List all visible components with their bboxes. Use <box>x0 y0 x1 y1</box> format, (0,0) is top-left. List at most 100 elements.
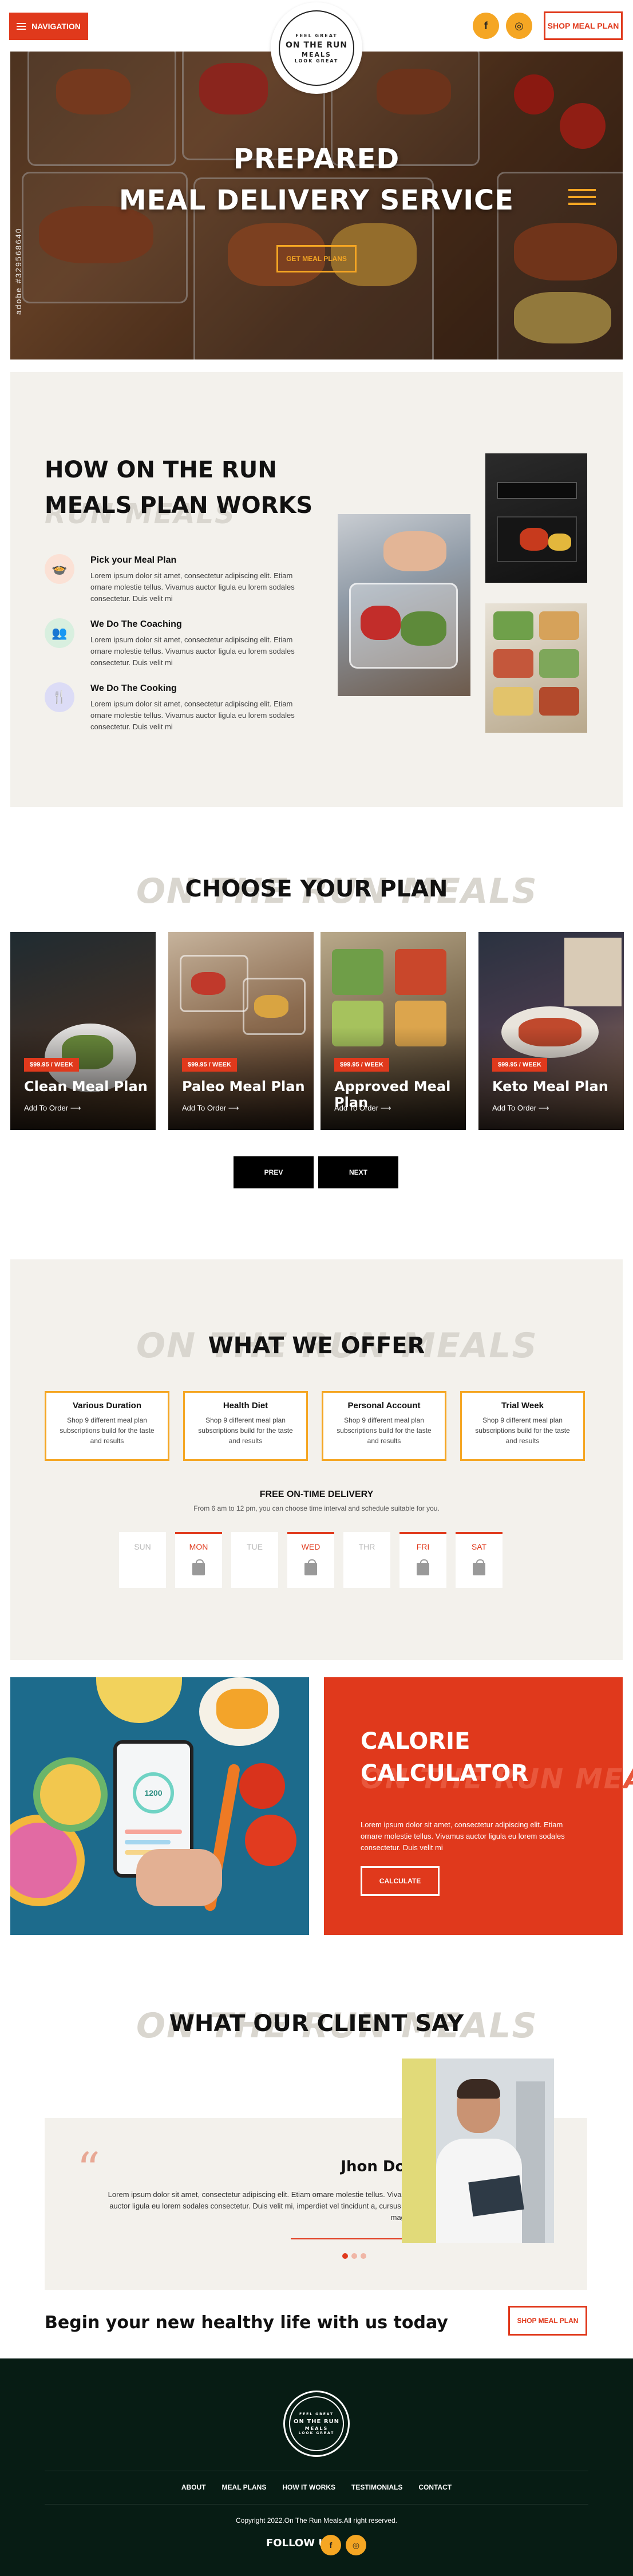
offer-card-title: Health Diet <box>223 1401 268 1411</box>
day-sat[interactable]: SAT <box>456 1532 503 1588</box>
day-wed[interactable]: WED <box>287 1532 334 1588</box>
how-title: HOW ON THE RUN MEALS PLAN WORKS <box>45 457 313 519</box>
offer-card: Various Duration Shop 9 different meal p… <box>45 1391 169 1461</box>
slider-indicator[interactable] <box>568 189 596 210</box>
footer-logo[interactable]: FEEL GREAT ON THE RUN MEALS LOOK GREAT <box>283 2391 350 2457</box>
container-photo <box>485 453 587 583</box>
site-footer: FEEL GREAT ON THE RUN MEALS LOOK GREAT A… <box>0 2358 633 2576</box>
bag-icon <box>473 1559 485 1575</box>
dot[interactable] <box>361 2253 366 2259</box>
plan-card[interactable]: $99.95 / WEEK Keto Meal Plan Add To Orde… <box>478 932 624 1130</box>
bag-icon <box>304 1559 317 1575</box>
offer-card-text: Shop 9 different meal plan subscriptions… <box>60 1416 155 1445</box>
offer-section: ON THE RUN MEALS WHAT WE OFFER Various D… <box>10 1259 623 1660</box>
plan-name: Paleo Meal Plan <box>182 1078 305 1095</box>
prev-button[interactable]: PREV <box>234 1156 314 1188</box>
instagram-icon[interactable]: ◎ <box>506 13 532 39</box>
day-fri[interactable]: FRI <box>399 1532 446 1588</box>
hero-banner: PREPARED MEAL DELIVERY SERVICE GET MEAL … <box>10 52 623 359</box>
instagram-icon[interactable]: ◎ <box>346 2535 366 2555</box>
facebook-icon[interactable]: f <box>321 2535 341 2555</box>
offer-card-title: Various Duration <box>72 1401 142 1411</box>
plan-card[interactable]: $99.95 / WEEK Clean Meal Plan Add To Ord… <box>10 932 156 1130</box>
plan-name: Keto Meal Plan <box>492 1078 608 1095</box>
footer-link-meal-plans[interactable]: MEAL PLANS <box>222 2483 267 2491</box>
footer-link-how-it-works[interactable]: HOW IT WORKS <box>282 2483 335 2491</box>
step-title: We Do The Coaching <box>90 619 182 629</box>
offer-card-title: Personal Account <box>347 1401 421 1411</box>
offer-card-title: Trial Week <box>501 1401 544 1411</box>
client-text: Lorem ipsum dolor sit amet, consectetur … <box>108 2190 416 2222</box>
hero-title-line1: PREPARED <box>233 143 400 175</box>
shop-meal-plan-button[interactable]: SHOP MEAL PLAN <box>544 11 623 40</box>
testimonial-title: WHAT OUR CLIENT SAY <box>169 2010 464 2037</box>
coaching-icon: 👥 <box>45 618 74 648</box>
calculate-button[interactable]: CALCULATE <box>361 1866 440 1896</box>
dot[interactable] <box>342 2253 348 2259</box>
add-to-order-link[interactable]: Add To Order ⟶ <box>492 1104 549 1113</box>
plan-card[interactable]: $99.95 / WEEK Paleo Meal Plan Add To Ord… <box>168 932 314 1130</box>
footer-link-about[interactable]: ABOUT <box>181 2483 206 2491</box>
calorie-readout: 1200 <box>133 1772 174 1814</box>
step-title: We Do The Cooking <box>90 683 177 693</box>
meal-prep-photo <box>338 514 470 696</box>
arrow-right-icon: ⟶ <box>380 1104 391 1112</box>
arrow-right-icon: ⟶ <box>70 1104 81 1112</box>
day-tue[interactable]: TUE <box>231 1532 278 1588</box>
cta-shop-button[interactable]: SHOP MEAL PLAN <box>508 2306 587 2336</box>
how-it-works-section: RUN MEALS HOW ON THE RUN MEALS PLAN WORK… <box>10 372 623 807</box>
dot[interactable] <box>351 2253 357 2259</box>
footer-link-contact[interactable]: CONTACT <box>418 2483 452 2491</box>
get-meal-plans-button[interactable]: GET MEAL PLANS <box>276 245 357 272</box>
logo-sub: MEALS <box>302 50 331 58</box>
site-header: NAVIGATION FEEL GREAT ON THE RUN MEALS L… <box>0 0 633 94</box>
plan-name: Clean Meal Plan <box>24 1078 148 1095</box>
delivery-subtitle: From 6 am to 12 pm, you can choose time … <box>193 1504 440 1512</box>
day-mon[interactable]: MON <box>175 1532 222 1588</box>
plan-price: $99.95 / WEEK <box>334 1058 389 1072</box>
plan-card[interactable]: $99.95 / WEEK Approved Meal Plan Add To … <box>321 932 466 1130</box>
next-button[interactable]: NEXT <box>318 1156 398 1188</box>
plan-price: $99.95 / WEEK <box>24 1058 79 1072</box>
site-logo[interactable]: FEEL GREAT ON THE RUN MEALS LOOK GREAT <box>271 2 362 94</box>
testimonial-dots[interactable] <box>342 2253 366 2259</box>
navigation-label: NAVIGATION <box>31 22 81 31</box>
day-sun[interactable]: SUN <box>119 1532 166 1588</box>
offer-card: Trial Week Shop 9 different meal plan su… <box>460 1391 585 1461</box>
client-photo <box>402 2059 554 2243</box>
logo-tagline-top: FEEL GREAT <box>295 33 338 38</box>
day-thr[interactable]: THR <box>343 1532 390 1588</box>
step-title: Pick your Meal Plan <box>90 555 177 565</box>
stock-watermark: adobe #329568640 <box>14 227 23 315</box>
add-to-order-link[interactable]: Add To Order ⟶ <box>182 1104 239 1113</box>
hero-title-line2: MEAL DELIVERY SERVICE <box>118 184 515 216</box>
add-to-order-link[interactable]: Add To Order ⟶ <box>334 1104 391 1113</box>
calorie-title: CALORIE CALCULATOR <box>361 1728 529 1787</box>
offer-card: Personal Account Shop 9 different meal p… <box>322 1391 446 1461</box>
facebook-icon[interactable]: f <box>473 13 499 39</box>
offer-card-text: Shop 9 different meal plan subscriptions… <box>475 1416 570 1445</box>
logo-tagline-bottom: LOOK GREAT <box>294 58 339 64</box>
meal-plan-icon: 🍲 <box>45 554 74 584</box>
hamburger-icon <box>17 23 26 30</box>
step-text: Lorem ipsum dolor sit amet, consectetur … <box>90 635 295 667</box>
offer-title: WHAT WE OFFER <box>208 1333 425 1359</box>
client-name: Jhon Doe <box>341 2158 416 2175</box>
offer-card: Health Diet Shop 9 different meal plan s… <box>183 1391 308 1461</box>
bag-icon <box>192 1559 205 1575</box>
step-text: Lorem ipsum dolor sit amet, consectetur … <box>90 571 295 603</box>
plan-price: $99.95 / WEEK <box>182 1058 237 1072</box>
arrow-right-icon: ⟶ <box>538 1104 549 1112</box>
calorie-calculator-box: ON THE RUN MEALS CALORIE CALCULATOR Lore… <box>324 1677 633 1935</box>
offer-card-text: Shop 9 different meal plan subscriptions… <box>198 1416 293 1445</box>
add-to-order-link[interactable]: Add To Order ⟶ <box>24 1104 81 1113</box>
cooking-icon: 🍴 <box>45 682 74 712</box>
logo-main: ON THE RUN <box>285 40 348 50</box>
copyright: Copyright 2022.On The Run Meals.All righ… <box>236 2516 397 2524</box>
footer-link-testimonials[interactable]: TESTIMONIALS <box>351 2483 402 2491</box>
step-text: Lorem ipsum dolor sit amet, consectetur … <box>90 700 295 731</box>
plans-title: CHOOSE YOUR PLAN <box>185 876 448 902</box>
quote-icon: “ <box>77 2143 100 2196</box>
navigation-button[interactable]: NAVIGATION <box>9 13 88 40</box>
calorie-text: Lorem ipsum dolor sit amet, consectetur … <box>361 1820 565 1852</box>
